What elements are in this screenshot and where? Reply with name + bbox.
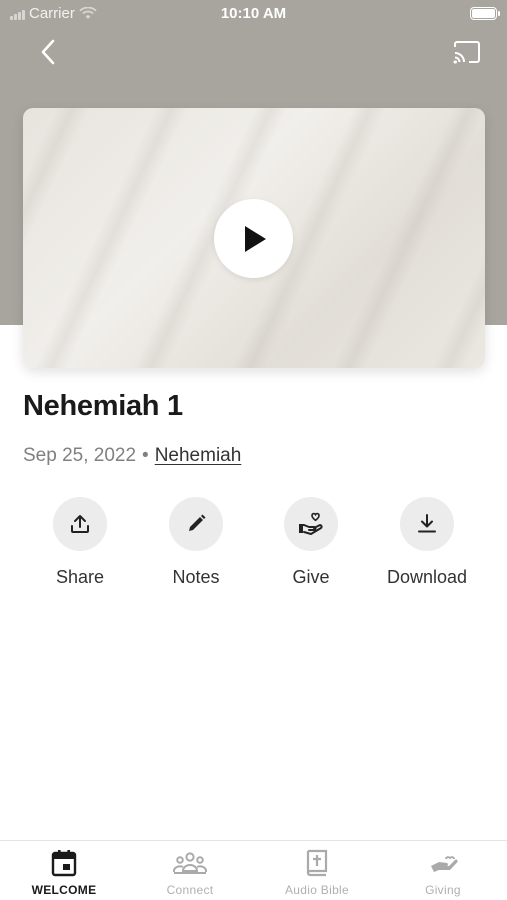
calendar-icon (51, 850, 77, 877)
sermon-meta: Sep 25, 2022 • Nehemiah (23, 445, 241, 467)
share-upload-icon (71, 515, 89, 533)
tab-audio-bible-label: Audio Bible (284, 883, 349, 897)
share-button[interactable]: Share (20, 497, 140, 588)
video-player[interactable] (23, 108, 485, 368)
tab-bar: WELCOME Connect Audio Bible Giving (0, 840, 507, 900)
notes-circle (169, 497, 223, 551)
giving-hand-icon (431, 856, 458, 872)
tab-welcome-label: WELCOME (31, 883, 97, 897)
status-bar: Carrier 10:10 AM (0, 0, 507, 28)
play-icon (244, 225, 266, 252)
tab-giving-label: Giving (425, 883, 461, 897)
give-circle (284, 497, 338, 551)
give-button[interactable]: Give (251, 497, 371, 588)
cast-icon (453, 41, 480, 64)
pencil-icon (189, 514, 206, 531)
download-circle (400, 497, 454, 551)
battery-icon (470, 7, 500, 20)
back-button[interactable] (30, 34, 66, 70)
chevron-left-icon (41, 39, 55, 65)
download-label: Download (386, 567, 468, 587)
sermon-title: Nehemiah 1 (23, 390, 183, 422)
status-time: 10:10 AM (220, 5, 287, 22)
series-link[interactable]: Nehemiah (155, 445, 242, 467)
sermon-date: Sep 25, 2022 (23, 445, 137, 466)
tab-welcome[interactable]: WELCOME (9, 849, 119, 897)
download-button[interactable]: Download (367, 497, 487, 588)
share-circle (53, 497, 107, 551)
tab-connect-label: Connect (166, 883, 214, 897)
notes-label: Notes (172, 567, 220, 587)
play-button[interactable] (214, 199, 293, 278)
notes-button[interactable]: Notes (136, 497, 256, 588)
tab-audio-bible[interactable]: Audio Bible (262, 849, 372, 897)
cast-button[interactable] (449, 34, 485, 70)
download-icon (418, 514, 436, 533)
give-label: Give (292, 567, 330, 587)
heart-hand-icon (299, 512, 323, 535)
tab-giving[interactable]: Giving (388, 849, 498, 897)
tab-connect[interactable]: Connect (135, 849, 245, 897)
people-icon (173, 852, 207, 874)
meta-separator: • (142, 445, 149, 466)
share-label: Share (55, 567, 105, 587)
bible-icon (306, 849, 328, 877)
